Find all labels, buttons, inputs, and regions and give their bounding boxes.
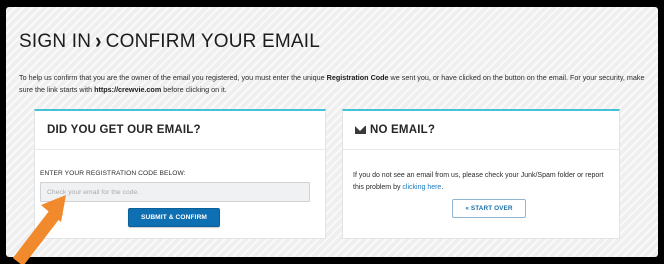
intro-text: To help us confirm that you are the owne… [19,73,645,95]
screenshot-frame: SIGN IN › CONFIRM YOUR EMAIL To help us … [6,7,658,257]
envelope-icon [355,126,366,134]
registration-code-input[interactable] [40,182,310,202]
no-email-help-text: If you do not see an email from us, plea… [353,172,604,191]
breadcrumb-sign-in: SIGN IN [19,31,92,52]
confirm-email-card: DID YOU GET OUR EMAIL? ENTER YOUR REGIST… [34,109,326,239]
report-problem-link[interactable]: clicking here [402,184,441,191]
breadcrumb-separator-icon: › [95,29,102,54]
start-over-button[interactable]: « START OVER [452,199,526,218]
no-email-card: NO EMAIL? If you do not see an email fro… [342,109,620,239]
page-title: SIGN IN › CONFIRM YOUR EMAIL [19,29,321,54]
registration-code-term: Registration Code [326,73,389,83]
no-email-heading-text: NO EMAIL? [370,124,436,136]
submit-confirm-button[interactable]: SUBMIT & CONFIRM [128,208,220,227]
code-field-label: ENTER YOUR REGISTRATION CODE BELOW: [40,170,186,177]
trusted-url: https://crewvie.com [94,85,162,95]
confirm-card-heading: DID YOU GET OUR EMAIL? [35,111,325,150]
breadcrumb-confirm-email: CONFIRM YOUR EMAIL [105,31,321,52]
no-email-card-heading: NO EMAIL? [343,111,619,150]
